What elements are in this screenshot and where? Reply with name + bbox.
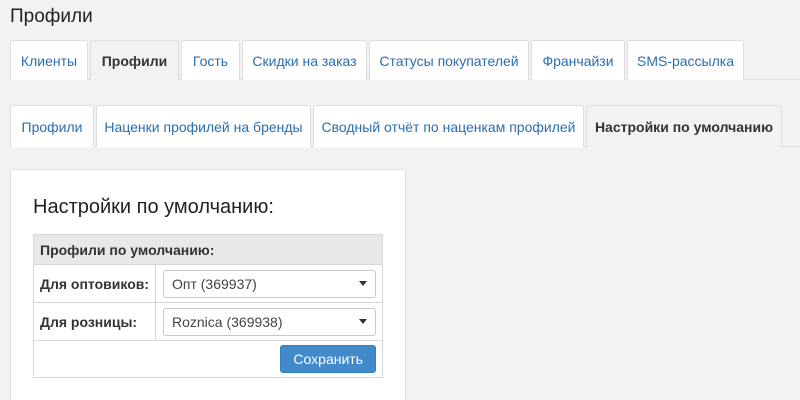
table-footer: Сохранить xyxy=(34,341,382,377)
subtab-markup-report[interactable]: Сводный отчёт по наценкам профилей xyxy=(313,105,584,147)
save-button[interactable]: Сохранить xyxy=(280,345,376,373)
table-row: Для розницы: Roznica (369938) xyxy=(34,303,382,341)
wholesale-profile-value: Опт (369937) xyxy=(172,275,257,292)
caret-down-icon xyxy=(359,281,367,286)
retail-profile-value: Roznica (369938) xyxy=(172,313,283,330)
tab-order-discounts[interactable]: Скидки на заказ xyxy=(242,40,367,80)
default-profiles-table: Профили по умолчанию: Для оптовиков: Опт… xyxy=(33,234,383,378)
sub-tabs: Профили Наценки профилей на бренды Сводн… xyxy=(10,105,800,148)
main-tabs: Клиенты Профили Гость Скидки на заказ Ст… xyxy=(10,40,800,81)
table-header: Профили по умолчанию: xyxy=(34,235,382,265)
subtab-brand-markups[interactable]: Наценки профилей на бренды xyxy=(96,105,311,147)
tab-profiles[interactable]: Профили xyxy=(90,40,179,81)
table-row: Для оптовиков: Опт (369937) xyxy=(34,265,382,303)
wholesale-profile-select[interactable]: Опт (369937) xyxy=(163,269,376,298)
page-title: Профили xyxy=(10,6,93,27)
tab-customer-statuses[interactable]: Статусы покупателей xyxy=(369,40,529,80)
retail-profile-select[interactable]: Roznica (369938) xyxy=(163,307,376,336)
subtab-default-settings[interactable]: Настройки по умолчанию xyxy=(586,105,782,148)
tab-clients[interactable]: Клиенты xyxy=(10,40,88,80)
tab-franchise[interactable]: Франчайзи xyxy=(531,40,625,80)
settings-panel: Настройки по умолчанию: Профили по умолч… xyxy=(10,169,406,400)
retail-label: Для розницы: xyxy=(34,303,156,340)
panel-title: Настройки по умолчанию: xyxy=(33,196,274,218)
subtab-profiles[interactable]: Профили xyxy=(10,105,94,147)
tab-sms[interactable]: SMS-рассылка xyxy=(627,40,744,80)
wholesale-label: Для оптовиков: xyxy=(34,265,156,302)
caret-down-icon xyxy=(359,319,367,324)
tab-guest[interactable]: Гость xyxy=(181,40,240,80)
